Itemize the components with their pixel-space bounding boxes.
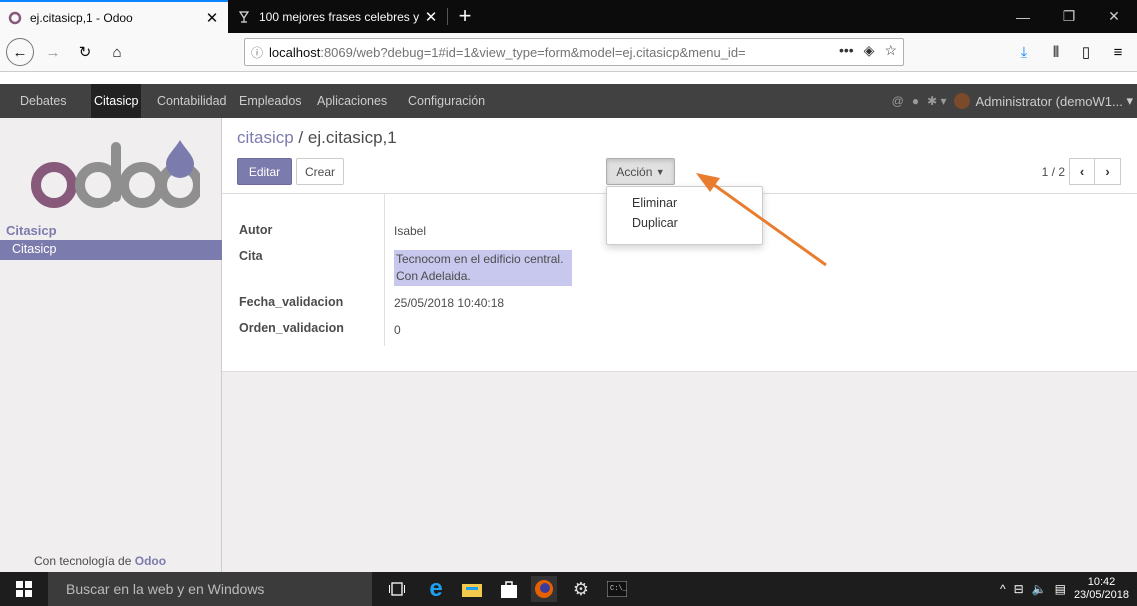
sidebar: Citasicp Citasicp Con tecnología de Odoo [0,118,222,572]
action-dropdown-button[interactable]: Acción ▼ [606,158,675,185]
breadcrumb-separator: / [298,128,304,147]
system-tray: ^ ⊟ 🔈 ▤ 10:42 23/05/2018 [1000,572,1129,606]
debug-bug-icon[interactable]: ✱ ▾ [927,94,946,108]
pocket-icon[interactable]: ◈ [864,42,875,59]
library-icon[interactable]: ⫴ [1044,39,1068,65]
url-bar[interactable]: ⓘ localhost:8069/web?debug=1#id=1&view_t… [244,38,904,66]
tab-title: ej.citasicp,1 - Odoo [30,10,133,25]
odoo-logo[interactable] [30,140,200,212]
action-label: Acción [616,164,653,179]
taskbar-search-box[interactable]: Buscar en la web y en Windows [48,572,372,606]
browser-nav-bar: ← → ↻ ⌂ ⓘ localhost:8069/web?debug=1#id=… [0,33,1137,72]
volume-icon[interactable]: 🔈 [1032,582,1047,596]
browser-tab-odoo[interactable]: ej.citasicp,1 - Odoo ✕ [0,0,228,33]
avatar [954,93,971,109]
restore-icon[interactable]: ❐ [1046,0,1092,33]
odoo-main-menu: Debates Citasicp Contabilidad Empleados … [0,84,1137,118]
tab-title: 100 mejores frases celebres y re [259,9,423,24]
hamburger-menu-icon[interactable]: ≡ [1106,39,1130,65]
url-host: localhost [269,44,321,60]
windows-start-icon[interactable] [0,572,48,606]
edit-button[interactable]: Editar [237,158,292,185]
task-view-icon[interactable] [384,576,410,602]
notifications-icon[interactable]: ▤ [1055,582,1066,596]
field-separator [384,194,385,346]
at-mention-icon[interactable]: @ [892,94,904,108]
browser-tab-bar: ej.citasicp,1 - Odoo ✕ 100 mejores frase… [0,0,1137,33]
menu-item-citasicp[interactable]: Citasicp [91,84,142,118]
odoo-favicon-icon [8,11,22,24]
sidebar-icon[interactable]: ▯ [1074,39,1098,65]
field-label-orden-validacion: Orden_validacion [239,321,344,335]
windows-taskbar: Buscar en la web y en Windows e ⚙ C:\_ ^… [0,572,1137,606]
field-label-cita: Cita [239,249,263,263]
bookmark-star-icon[interactable]: ☆ [884,42,897,59]
home-icon[interactable]: ⌂ [104,39,130,65]
new-tab-button[interactable]: + [452,2,478,30]
url-path: :8069/web?debug=1#id=1&view_type=form&mo… [320,44,746,60]
field-value-cita: Tecnocom en el edificio central. Con Ade… [394,250,572,286]
settings-gears-icon[interactable]: ⚙ [568,576,594,602]
field-label-autor: Autor [239,223,273,237]
forward-arrow-icon[interactable]: → [40,39,66,65]
clock-time: 10:42 [1087,576,1116,588]
firefox-icon[interactable] [531,576,557,602]
edge-browser-icon[interactable]: e [423,575,449,602]
powered-prefix: Con tecnología de [34,554,132,568]
breadcrumb-current: ej.citasicp,1 [307,128,397,147]
file-explorer-icon[interactable] [459,576,485,602]
create-button[interactable]: Crear [296,158,344,185]
glass-favicon-icon [238,10,250,23]
sidebar-section-title: Citasicp [6,223,57,238]
powered-brand-link[interactable]: Odoo [135,554,166,568]
chevron-up-icon[interactable]: ^ [1000,582,1006,596]
terminal-icon[interactable]: C:\_ [604,576,630,602]
field-label-fecha-validacion: Fecha_validacion [239,295,344,309]
annotation-arrow [696,173,827,267]
page-actions-icon[interactable]: ••• [839,42,854,59]
next-record-button[interactable]: › [1095,158,1121,185]
sidebar-item-citasicp[interactable]: Citasicp [0,240,222,260]
form-background [222,372,1137,572]
store-icon[interactable] [496,576,522,602]
browser-tab-frases[interactable]: 100 mejores frases celebres y re ✕ [229,0,448,33]
breadcrumb: citasicp / ej.citasicp,1 [237,128,397,148]
field-value-autor: Isabel [394,224,427,238]
clock-date: 23/05/2018 [1073,589,1129,601]
menu-item-contabilidad[interactable]: Contabilidad [154,84,230,118]
caret-down-icon: ▼ [655,166,665,177]
back-arrow-icon[interactable]: ← [6,38,34,66]
info-icon[interactable]: ⓘ [251,44,263,61]
pager: 1 / 2 ‹ › [1042,158,1121,185]
menu-item-debates[interactable]: Debates [17,84,70,118]
user-name: Administrator (demoW1... [975,93,1123,109]
window-close-icon[interactable]: ✕ [1091,0,1137,33]
menu-item-empleados[interactable]: Empleados [236,84,305,118]
menu-item-aplicaciones[interactable]: Aplicaciones [314,84,390,118]
clock[interactable]: 10:42 23/05/2018 [1074,576,1129,602]
powered-by: Con tecnología de Odoo [34,554,166,568]
breadcrumb-parent-link[interactable]: citasicp [237,128,294,147]
minimize-icon[interactable]: — [1000,0,1046,33]
user-menu[interactable]: Administrator (demoW1... ▾ [954,93,1133,109]
chat-icon[interactable]: ● [912,94,919,108]
pager-value[interactable]: 1 / 2 [1042,165,1065,179]
previous-record-button[interactable]: ‹ [1069,158,1095,185]
field-value-fecha-validacion: 25/05/2018 10:40:18 [394,296,505,310]
svg-text:C:\_: C:\_ [610,585,627,593]
close-icon[interactable]: ✕ [204,9,220,27]
reload-icon[interactable]: ↻ [72,39,98,65]
close-icon[interactable]: ✕ [423,8,439,26]
menu-item-configuracion[interactable]: Configuración [405,84,488,118]
download-icon[interactable]: ⤓ [1012,39,1036,65]
field-value-orden-validacion: 0 [394,323,401,337]
network-icon[interactable]: ⊟ [1014,582,1024,596]
